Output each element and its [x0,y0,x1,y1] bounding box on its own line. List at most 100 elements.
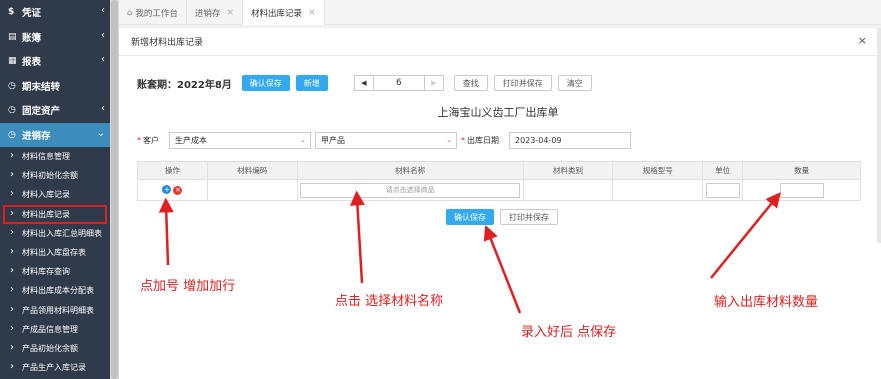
quantity-input[interactable] [779,182,824,198]
confirm-save-button[interactable]: 确认保存 [241,75,290,91]
dialog-panel: 新增材料出库记录 × 账套期：2022年8月 确认保存 新增 ◀ 6 ▶ 查找 … [119,28,877,243]
sidebar: $ 凭证 ‹ ▤ 账簿 ‹ ▦ 报表 ‹ ◷ 期末结转 ◷ 固定资产 ‹ ◷ 进销存 ⌄ 材料信息管理… [0,0,110,379]
date-label: 出库日期 [467,136,499,145]
customer-label: 客户 [143,136,159,145]
tab-workbench[interactable]: ⌂ 我的工作台 [119,0,187,25]
operation-cell: + ✕ [137,179,208,201]
content-scrollbar[interactable] [877,28,881,243]
next-page-button[interactable]: ▶ [423,75,444,91]
menu-ledger[interactable]: ▤ 账簿 ‹ [0,25,110,50]
sidebar-item-material-cost-allocation[interactable]: 材料出库成本分配表 [0,281,110,300]
tab-label: 材料出库记录 [250,8,302,19]
menu-fixed-assets[interactable]: ◷ 固定资产 ‹ [0,98,110,123]
chevron-left-icon: ‹ [101,5,105,16]
report-icon: ▦ [8,56,17,67]
book-icon: ▤ [8,31,17,42]
period-label: 账套期：2022年8月 [137,79,232,91]
sidebar-item-material-outbound[interactable]: 材料出库记录 [3,204,107,224]
add-new-button[interactable]: 新增 [295,75,328,91]
col-spec: 规格型号 [612,161,704,180]
bottom-buttons: 确认保存 打印并保存 [446,209,564,225]
col-material-code: 材料编码 [206,161,298,180]
tab-material-outbound[interactable]: 材料出库记录 × [242,0,325,25]
date-input[interactable]: 2023-04-09 [509,132,631,149]
clear-button[interactable]: 清空 [557,75,592,91]
table-row: + ✕ 请点击选择商品 [137,179,861,201]
sidebar-item-material-init-balance[interactable]: 材料初始化余额 [0,166,110,185]
sidebar-item-material-summary[interactable]: 材料出入库汇总明细表 [0,224,110,243]
sidebar-item-finished-goods-info[interactable]: 产成品信息管理 [0,320,110,339]
bottom-print-save-button[interactable]: 打印并保存 [500,209,558,225]
material-table: 操作 材料编码 材料名称 材料类别 规格型号 单位 数量 + ✕ 请点击选择商品 [137,161,861,201]
material-category-cell[interactable] [522,179,614,201]
sidebar-item-product-init-balance[interactable]: 产品初始化余额 [0,339,110,358]
product-select[interactable]: 甲产品 ⌄ [315,132,457,149]
document-title: 上海宝山义齿工厂出库单 [437,106,559,119]
clock-icon: ◷ [8,129,16,140]
menu-period-close[interactable]: ◷ 期末结转 [0,74,110,99]
close-icon[interactable]: × [858,34,867,47]
bottom-confirm-save-button[interactable]: 确认保存 [446,209,494,225]
form-row: * 客户 生产成本 ⌄ 甲产品 ⌄ * 出库日期 2023-04-09 [137,132,631,149]
toolbar: 账套期：2022年8月 确认保存 新增 ◀ 6 ▶ 查找 打印并保存 清空 [137,75,598,91]
material-name-cell: 请点击选择商品 [296,179,524,201]
menu-report[interactable]: ▦ 报表 ‹ [0,49,110,74]
menu-label: 期末结转 [22,81,61,93]
tab-inventory[interactable]: 进销存 × [187,0,243,25]
home-icon: ⌂ [127,7,133,18]
lower-panel [119,243,881,379]
col-unit: 单位 [702,161,744,180]
unit-cell [702,179,744,201]
col-operation: 操作 [137,161,208,180]
tab-bar: ⌂ 我的工作台 进销存 × 材料出库记录 × [119,0,881,25]
chevron-down-icon: ⌄ [96,127,105,139]
menu-label: 进销存 [22,130,51,142]
menu-label: 凭证 [22,8,42,20]
chevron-left-icon: ‹ [101,29,105,41]
prev-page-button[interactable]: ◀ [353,75,374,91]
add-row-icon[interactable]: + [162,185,172,195]
print-save-button[interactable]: 打印并保存 [493,75,552,91]
sidebar-item-product-material-detail[interactable]: 产品领用材料明细表 [0,301,110,320]
menu-inventory[interactable]: ◷ 进销存 ⌄ [0,122,110,147]
annotation-enter-quantity: 输入出库材料数量 [714,295,819,310]
annotation-save: 录入好后 点保存 [521,325,617,340]
chevron-left-icon: ‹ [101,54,105,65]
sidebar-item-material-inbound[interactable]: 材料入库记录 [0,185,110,204]
annotation-add-row: 点加号 增加加行 [140,279,236,294]
close-icon[interactable]: × [226,8,234,18]
menu-label: 报表 [22,57,42,69]
col-material-name: 材料名称 [296,161,524,180]
col-material-category: 材料类别 [522,161,614,180]
chevron-down-icon: ⌄ [300,136,306,144]
chevron-left-icon: ‹ [101,103,105,114]
spec-cell[interactable] [612,179,704,201]
pager: ◀ 6 ▶ [353,75,444,91]
sidebar-scrollbar[interactable] [110,0,119,379]
customer-select[interactable]: 生产成本 ⌄ [169,132,311,149]
annotation-select-material: 点击 选择材料名称 [335,294,444,309]
menu-voucher[interactable]: $ 凭证 ‹ [0,0,110,25]
sidebar-item-material-stocktake[interactable]: 材料出入库盘存表 [0,243,110,262]
table-header-row: 操作 材料编码 材料名称 材料类别 规格型号 单位 数量 [137,161,861,180]
search-button[interactable]: 查找 [453,75,488,91]
menu-label: 账簿 [22,32,42,44]
col-quantity: 数量 [742,161,861,180]
quantity-cell [742,179,861,201]
delete-row-icon[interactable]: ✕ [173,185,183,195]
sidebar-item-material-stock-query[interactable]: 材料库存查询 [0,262,110,281]
tab-label: 我的工作台 [135,8,178,19]
sidebar-item-product-production-inbound[interactable]: 产品生产入库记录 [0,358,110,377]
dialog-title: 新增材料出库记录 [119,28,877,56]
close-icon[interactable]: × [308,8,316,18]
chevron-down-icon: ⌄ [446,136,452,144]
material-name-input[interactable]: 请点击选择商品 [300,182,521,198]
clock-icon: ◷ [8,105,16,116]
material-code-cell[interactable] [206,179,298,201]
unit-input[interactable] [705,182,740,198]
scrollbar-thumb[interactable] [111,0,118,379]
page-number-input[interactable]: 6 [373,75,424,91]
menu-label: 固定资产 [22,106,61,118]
sidebar-item-material-info[interactable]: 材料信息管理 [0,147,110,166]
tab-label: 进销存 [194,8,221,19]
